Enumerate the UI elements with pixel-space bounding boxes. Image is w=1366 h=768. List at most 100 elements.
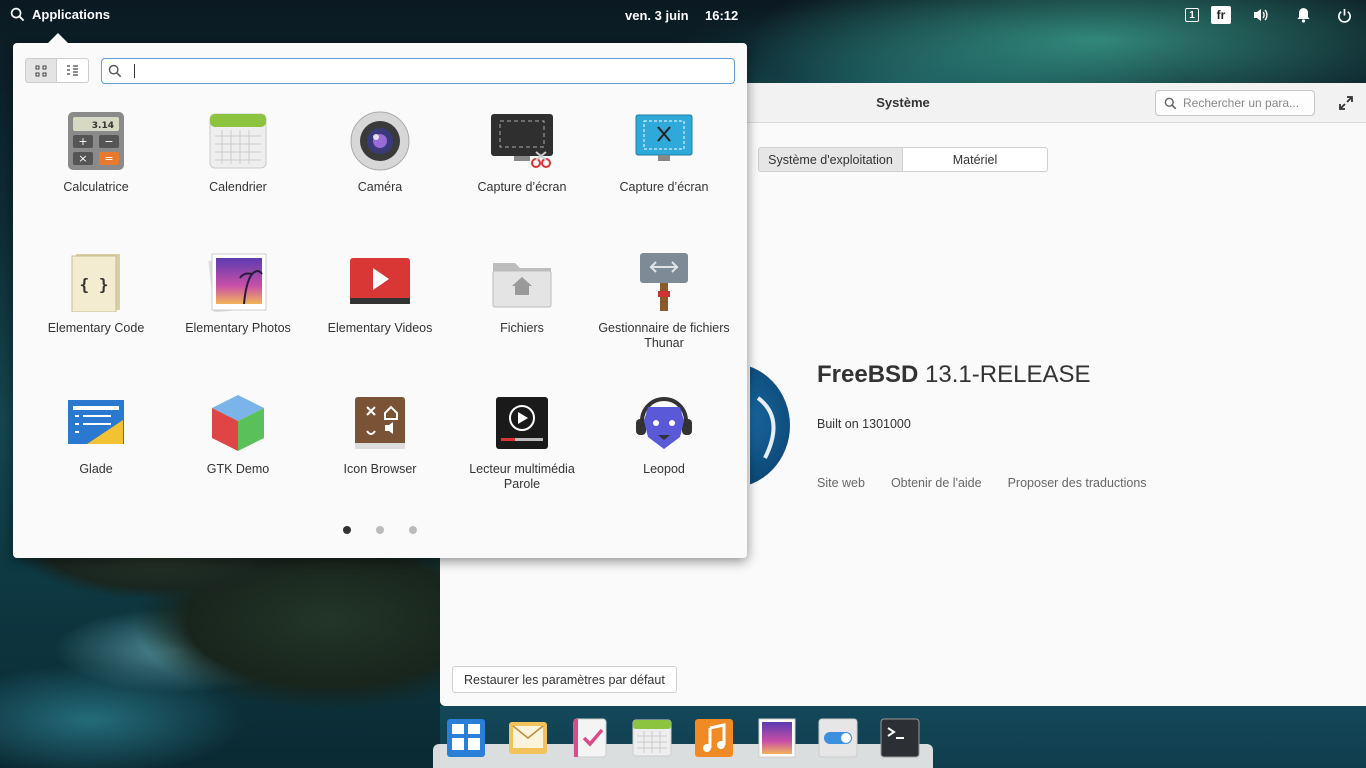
app-camera[interactable]: Caméra xyxy=(309,103,451,233)
code-editor-icon: { } xyxy=(64,250,128,314)
app-elementary-videos[interactable]: Elementary Videos xyxy=(309,244,451,374)
mail-icon[interactable] xyxy=(508,717,548,759)
app-thunar[interactable]: Gestionnaire de fichiers Thunar xyxy=(593,244,735,374)
leopod-icon xyxy=(632,391,696,455)
svg-text:−: − xyxy=(104,135,113,148)
top-panel: Applications ven. 3 juin 16:12 1 fr xyxy=(0,0,1366,30)
popover-arrow xyxy=(48,33,68,43)
search-icon xyxy=(108,64,122,78)
calendar-icon[interactable] xyxy=(632,717,672,759)
app-label: Fichiers xyxy=(500,321,544,335)
app-label: Glade xyxy=(79,462,113,476)
svg-text:+: + xyxy=(78,135,87,148)
calculator-icon: 3.14 + − × = xyxy=(64,109,128,173)
app-label: Capture d’écran xyxy=(619,180,709,194)
svg-text:=: = xyxy=(104,152,113,165)
app-files[interactable]: Fichiers xyxy=(451,244,593,374)
restore-defaults-button[interactable]: Restaurer les paramètres par défaut xyxy=(452,666,677,693)
app-icon-browser[interactable]: Icon Browser xyxy=(309,385,451,515)
app-label: Elementary Videos xyxy=(327,321,433,335)
applications-label: Applications xyxy=(32,7,111,22)
photos-icon[interactable] xyxy=(756,717,796,759)
app-gtk-demo[interactable]: GTK Demo xyxy=(167,385,309,515)
tab-operating-system[interactable]: Système d'exploitation xyxy=(758,147,903,172)
app-label: Calendrier xyxy=(209,180,267,194)
page-dot-3[interactable] xyxy=(409,526,417,534)
notifications-bell-icon[interactable] xyxy=(1294,6,1312,24)
app-screenshot-alt[interactable]: Capture d’écran xyxy=(593,103,735,233)
workspace-number: 1 xyxy=(1185,8,1199,22)
applications-menu-button[interactable]: Applications xyxy=(10,7,110,22)
parole-icon xyxy=(490,391,554,455)
search-icon xyxy=(1164,97,1177,109)
app-elementary-code[interactable]: { } Elementary Code xyxy=(25,244,167,374)
glade-icon xyxy=(64,391,128,455)
app-elementary-photos[interactable]: Elementary Photos xyxy=(167,244,309,374)
page-indicator xyxy=(13,526,747,534)
app-search-input[interactable] xyxy=(101,58,735,84)
gtk-demo-icon xyxy=(206,391,270,455)
volume-icon[interactable] xyxy=(1252,6,1270,24)
power-icon[interactable] xyxy=(1335,6,1353,24)
svg-text:×: × xyxy=(78,152,87,165)
settings-search-placeholder: Rechercher un para... xyxy=(1183,96,1300,110)
app-leopod[interactable]: Leopod xyxy=(593,385,735,515)
workspace-indicator[interactable]: 1 xyxy=(1183,6,1201,24)
app-label: Elementary Photos xyxy=(185,321,291,335)
view-switcher xyxy=(25,58,89,83)
app-label: Lecteur multimédia Parole xyxy=(469,462,575,491)
website-link[interactable]: Site web xyxy=(817,476,865,490)
settings-icon[interactable] xyxy=(818,717,858,759)
app-label: Icon Browser xyxy=(343,462,417,476)
videos-icon xyxy=(348,250,412,314)
app-parole[interactable]: Lecteur multimédia Parole xyxy=(451,385,593,515)
panel-time[interactable]: 16:12 xyxy=(705,8,738,23)
grid-view-icon xyxy=(35,65,47,76)
settings-tabs: Système d'exploitation Matériel xyxy=(758,147,1048,172)
app-screenshot[interactable]: Capture d’écran xyxy=(451,103,593,233)
keyboard-layout-indicator[interactable]: fr xyxy=(1210,6,1232,24)
camera-icon xyxy=(348,109,412,173)
tasks-icon[interactable] xyxy=(570,717,610,759)
photos-icon xyxy=(206,250,270,314)
page-dot-1[interactable] xyxy=(343,526,351,534)
grid-view-button[interactable] xyxy=(25,58,57,83)
app-calendar[interactable]: Calendrier xyxy=(167,103,309,233)
app-label: Calculatrice xyxy=(63,180,129,194)
music-icon[interactable] xyxy=(694,717,734,759)
icon-browser-icon xyxy=(348,391,412,455)
os-build: Built on 1301000 xyxy=(817,417,911,431)
keyboard-layout: fr xyxy=(1211,6,1231,24)
get-help-link[interactable]: Obtenir de l'aide xyxy=(891,476,982,490)
expand-window-icon[interactable] xyxy=(1338,95,1354,111)
os-name-bold: FreeBSD xyxy=(817,361,919,388)
tab-hardware[interactable]: Matériel xyxy=(903,147,1048,172)
app-label: Leopod xyxy=(643,462,685,476)
app-label: Elementary Code xyxy=(47,321,145,335)
settings-search-input[interactable]: Rechercher un para... xyxy=(1155,90,1315,116)
page-dot-2[interactable] xyxy=(376,526,384,534)
screenshot-blue-icon xyxy=(632,109,696,173)
thunar-icon xyxy=(632,250,696,314)
app-label: Caméra xyxy=(357,180,403,194)
about-links: Site web Obtenir de l'aide Proposer des … xyxy=(817,476,1147,490)
applications-menu-popover: 3.14 + − × = Calculatrice Calendrier Caméra … xyxy=(13,33,747,558)
multitasking-icon[interactable] xyxy=(446,717,486,759)
app-glade[interactable]: Glade xyxy=(25,385,167,515)
text-cursor xyxy=(134,64,135,78)
app-label: Capture d’écran xyxy=(477,180,567,194)
svg-text:3.14: 3.14 xyxy=(92,121,114,131)
files-icon xyxy=(490,250,554,314)
terminal-icon[interactable] xyxy=(880,717,920,759)
suggest-translations-link[interactable]: Proposer des traductions xyxy=(1008,476,1147,490)
svg-text:{ }: { } xyxy=(80,275,109,294)
app-label: GTK Demo xyxy=(206,462,270,476)
calendar-icon xyxy=(206,109,270,173)
category-view-button[interactable] xyxy=(57,58,89,83)
panel-date[interactable]: ven. 3 juin xyxy=(625,8,689,23)
category-view-icon xyxy=(67,64,78,76)
search-icon xyxy=(10,7,25,22)
os-version: 13.1-RELEASE xyxy=(925,361,1091,388)
app-calculator[interactable]: 3.14 + − × = Calculatrice xyxy=(25,103,167,233)
app-label: Gestionnaire de fichiers Thunar xyxy=(598,321,730,350)
